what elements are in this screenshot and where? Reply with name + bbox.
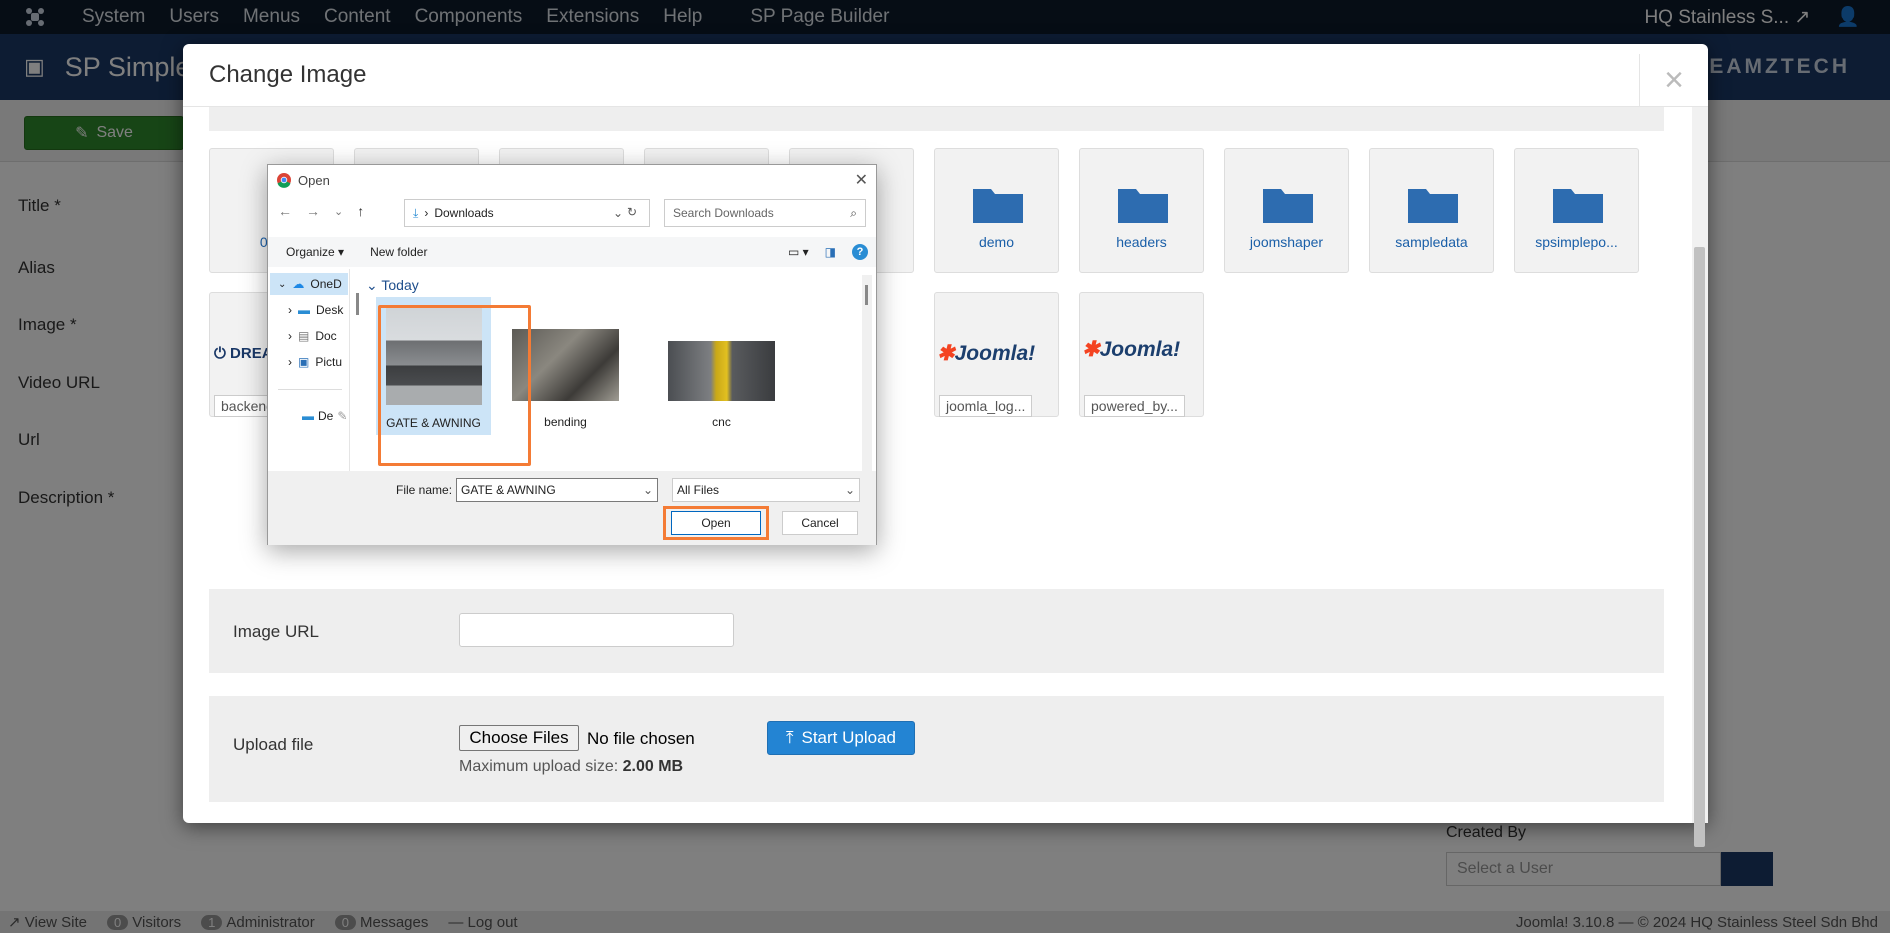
start-upload-button[interactable]: ⤒ Start Upload [767,721,915,755]
file-item-cnc[interactable]: cnc [664,415,779,429]
chevron-down-icon[interactable]: ⌄ [643,483,653,497]
pictures-icon: ▣ [298,355,310,369]
modal-header: Change Image × [183,44,1708,107]
upload-icon: ⤒ [785,728,794,747]
powered-by-joomla-thumb: ✱Joomla! [1082,338,1181,361]
collapse-icon: › [288,303,292,317]
upload-row [209,696,1664,802]
view-options-icon[interactable]: ▭ ▾ [788,245,809,259]
open-button[interactable]: Open [671,511,761,535]
folder-icon [1553,189,1603,223]
image-tile-powered-by[interactable]: ✱Joomla! powered_by... [1079,292,1204,417]
image-url-input[interactable] [459,613,734,647]
dreamztech-logo-thumb: ⏻ DREA [214,345,273,362]
tree-item-desktop[interactable]: › ▬ Desk [270,299,343,321]
refresh-icon[interactable]: ↻ [627,205,637,219]
file-type-select[interactable]: All Files ⌄ [672,478,860,502]
chevron-down-icon: ⌄ [366,277,378,293]
modal-title: Change Image [209,61,367,88]
open-file-dialog: Open ✕ ← → ⌄ ↑ ⤓ › Downloads ⌄ ↻ Search D… [267,164,877,545]
choose-files-button[interactable]: Choose Files [459,725,579,751]
close-icon[interactable]: × [1639,54,1708,107]
no-file-chosen-text: No file chosen [587,729,695,748]
search-downloads-input[interactable]: Search Downloads ⌕ [664,199,866,227]
tree-item-documents[interactable]: › ▤ Doc [270,325,337,347]
preview-pane-icon[interactable]: ◨ [825,245,836,259]
image-tile-joomla-logo[interactable]: ✱Joomla! joomla_log... [934,292,1059,417]
folder-spsimpleportfolio[interactable]: spsimplepo... [1514,148,1639,273]
caret-down-icon: ▾ [338,245,345,259]
address-bar[interactable]: ⤓ › Downloads ⌄ ↻ [404,199,650,227]
tree-item-pictures[interactable]: › ▣ Pictu [270,351,342,373]
up-icon[interactable]: ↑ [357,203,364,219]
cancel-button[interactable]: Cancel [782,511,858,535]
nav-pane-scrollbar[interactable] [356,293,359,315]
folder-joomshaper[interactable]: joomshaper [1224,148,1349,273]
search-icon: ⌕ [850,205,857,220]
path-bar [209,107,1664,131]
desktop-icon: ▬ [298,303,310,317]
folder-sampledata[interactable]: sampledata [1369,148,1494,273]
folder-headers[interactable]: headers [1079,148,1204,273]
group-header-today[interactable]: ⌄ Today [366,277,419,294]
upload-file-label: Upload file [233,735,314,754]
expand-icon: ⌄ [278,278,287,290]
chrome-icon [277,173,291,188]
folder-icon [1408,189,1458,223]
download-icon: ⤓ [413,205,419,220]
image-url-label: Image URL [233,622,319,641]
file-name-input[interactable]: GATE & AWNING ⌄ [456,478,658,502]
image-url-row [209,589,1664,673]
dialog-titlebar: Open ✕ [268,165,876,195]
back-icon[interactable]: ← [278,203,292,219]
nav-buttons: ← → ⌄ ↑ [278,203,364,219]
tree-item-onedrive[interactable]: ⌄ ☁ OneD [270,273,348,295]
address-path: Downloads [434,206,494,220]
file-list-scrollbar[interactable] [862,275,872,481]
navigation-pane: ⌄ ☁ OneD › ▬ Desk › ▤ Doc › ▣ Pictu ▬ De ✎ [270,269,359,483]
dialog-close-icon[interactable]: ✕ [855,170,868,190]
file-name-label: File name: [396,483,453,497]
command-bar: Organize ▾ New folder ▭ ▾ ◨ ? [268,237,876,267]
desktop-icon: ▬ [302,409,314,423]
recent-dropdown-icon[interactable]: ⌄ [334,205,343,218]
help-icon[interactable]: ? [852,244,868,260]
folder-icon [1263,189,1313,223]
collapse-icon: › [288,355,292,369]
forward-icon[interactable]: → [306,203,320,219]
new-folder-button[interactable]: New folder [370,245,427,259]
pin-icon: ✎ [337,409,348,423]
collapse-icon: › [288,329,292,343]
document-icon: ▤ [298,329,310,343]
folder-icon [1118,189,1168,223]
modal-scrollbar[interactable] [1692,107,1708,847]
folder-icon [973,189,1023,223]
chevron-down-icon[interactable]: ⌄ [613,206,623,220]
max-upload-size: Maximum upload size: 2.00 MB [459,758,684,775]
folder-demo[interactable]: demo [934,148,1059,273]
scroll-thumb[interactable] [1694,247,1705,847]
organize-menu[interactable]: Organize ▾ [286,245,344,259]
selection-highlight [378,305,531,466]
cloud-icon: ☁ [292,277,305,291]
breadcrumb-chevron-icon: › [424,206,429,220]
joomla-logo-thumb: ✱Joomla! [937,342,1036,365]
tree-item-desktop-pinned[interactable]: ▬ De ✎ [270,405,347,427]
dialog-title: Open [298,172,330,188]
cnc-thumbnail[interactable] [668,341,775,401]
chevron-down-icon[interactable]: ⌄ [845,483,855,497]
